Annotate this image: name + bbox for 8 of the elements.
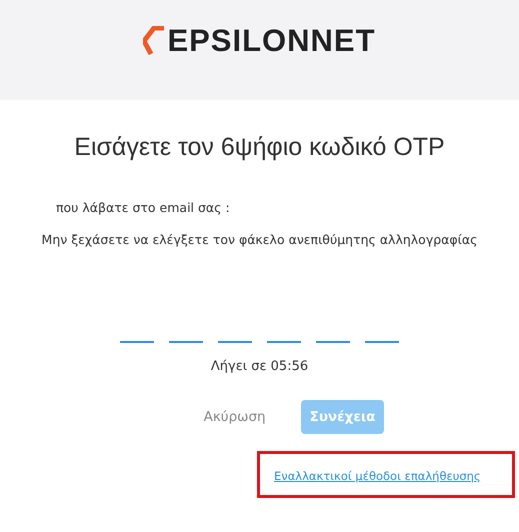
notice-text: Μην ξεχάσετε να ελέγξετε τον φάκελο ανεπιθύμητης αλληλογραφίας [40, 232, 478, 247]
page-title: Εισάγετε τον 6ψήφιο κωδικό OTP [73, 133, 446, 162]
timer-text: Λήγει σε 05:56 [210, 359, 310, 374]
subtitle-text: που λάβατε στο email σας : [56, 200, 231, 215]
logo-icon [143, 26, 166, 56]
cancel-button[interactable]: Ακύρωση [194, 400, 275, 434]
alternative-methods-link[interactable]: Εναλλακτικοί μέθοδοι επαλήθευσης [274, 469, 481, 483]
logo-text: EPSILONNET [167, 23, 376, 59]
